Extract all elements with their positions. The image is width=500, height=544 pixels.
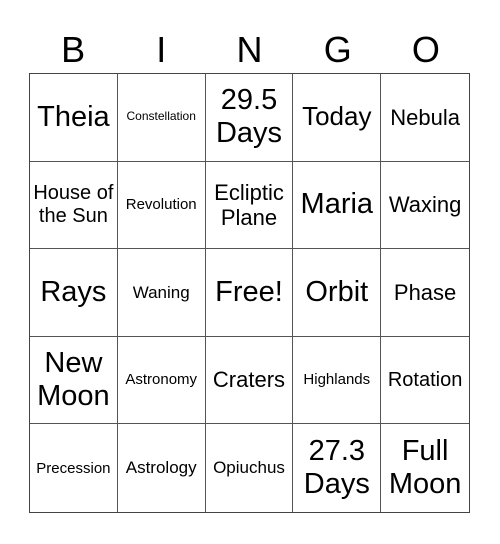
bingo-cell[interactable]: 27.3 Days (293, 424, 382, 512)
bingo-grid: Theia Constellation 29.5 Days Today Nebu… (29, 73, 470, 513)
bingo-cell[interactable]: New Moon (30, 336, 118, 425)
bingo-cell[interactable]: Orbit (293, 249, 382, 337)
bingo-cell[interactable]: Astrology (118, 424, 206, 512)
header-letter-n: N (236, 29, 263, 70)
bingo-header: B I N G O (29, 26, 470, 74)
free-space-cell[interactable]: Free! (205, 249, 294, 337)
header-letter-o: O (411, 29, 440, 70)
bingo-cell[interactable]: Waning (117, 249, 206, 337)
bingo-cell[interactable]: House of the Sun (30, 161, 118, 250)
bingo-cell[interactable]: Today (293, 74, 382, 162)
bingo-cell[interactable]: Astronomy (117, 336, 206, 425)
bingo-cell[interactable]: Waxing (381, 162, 469, 250)
bingo-cell[interactable]: Full Moon (381, 424, 469, 512)
bingo-cell[interactable]: Phase (381, 249, 469, 337)
bingo-cell[interactable]: Precession (30, 424, 118, 512)
bingo-cell[interactable]: Opiuchus (206, 424, 294, 512)
bingo-cell[interactable]: 29.5 Days (205, 74, 294, 162)
header-letter-b: B (61, 29, 86, 70)
bingo-cell[interactable]: Maria (293, 161, 382, 250)
header-letter-i: I (156, 29, 167, 70)
bingo-cell[interactable]: Craters (205, 336, 294, 425)
bingo-cell[interactable]: Constellation (117, 74, 206, 162)
bingo-cell[interactable]: Nebula (381, 74, 469, 162)
header-letter-g: G (323, 29, 352, 70)
bingo-cell[interactable]: Rays (30, 249, 118, 337)
bingo-cell[interactable]: Highlands (293, 336, 382, 425)
bingo-cell[interactable]: Revolution (117, 161, 206, 250)
bingo-cell[interactable]: Ecliptic Plane (205, 161, 294, 250)
bingo-cell[interactable]: Rotation (381, 337, 469, 425)
bingo-cell[interactable]: Theia (30, 74, 118, 162)
